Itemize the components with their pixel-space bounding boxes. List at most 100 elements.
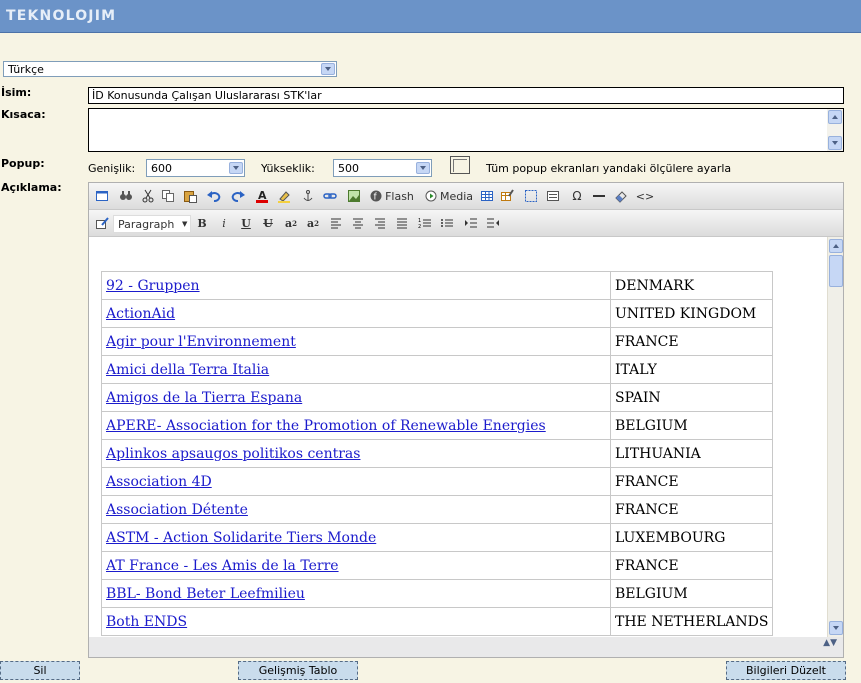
eraser-icon[interactable] <box>613 188 629 204</box>
table-row: APERE- Association for the Promotion of … <box>101 411 774 440</box>
language-select-value: Türkçe <box>8 63 44 76</box>
image-icon[interactable] <box>346 188 362 204</box>
editor-content[interactable]: 92 - Gruppen DENMARK ActionAid UNITED KINGD… <box>89 237 843 637</box>
editor-vertical-scrollbar[interactable] <box>827 237 843 637</box>
chevron-down-icon[interactable] <box>229 162 243 174</box>
source-box-icon[interactable] <box>94 188 110 204</box>
organization-link[interactable]: Agir pour l'Environnement <box>106 334 296 350</box>
organization-link[interactable]: AT France - Les Amis de la Terre <box>106 558 339 574</box>
popup-height-label: Yükseklik: <box>261 162 315 175</box>
scroll-down-icon[interactable] <box>828 136 842 150</box>
organization-country-cell: LUXEMBOURG <box>609 523 774 552</box>
scroll-down-icon[interactable] <box>829 621 843 635</box>
outdent-icon[interactable] <box>485 215 501 231</box>
short-scrollbar[interactable] <box>827 109 843 151</box>
underline-icon[interactable]: U <box>239 215 253 231</box>
organization-link[interactable]: BBL- Bond Beter Leefmilieu <box>106 586 305 602</box>
organization-country-cell: FRANCE <box>609 327 774 356</box>
unordered-list-icon[interactable] <box>439 215 455 231</box>
delete-button[interactable]: Sil <box>0 661 80 680</box>
organization-country-cell: LITHUANIA <box>609 439 774 468</box>
special-char-icon[interactable]: Ω <box>569 188 585 204</box>
organization-country-cell: ITALY <box>609 355 774 384</box>
resize-arrows-icon[interactable]: ▲▼ <box>823 639 837 648</box>
popup-width-select[interactable]: 600 <box>146 159 245 177</box>
organization-link[interactable]: Aplinkos apsaugos politikos centras <box>106 446 360 462</box>
format-painter-icon[interactable] <box>94 215 110 231</box>
anchor-icon[interactable] <box>300 188 316 204</box>
organization-name-cell: AT France - Les Amis de la Terre <box>101 551 611 580</box>
chevron-down-icon[interactable] <box>321 63 335 75</box>
organization-name-cell: Association Détente <box>101 495 611 524</box>
paste-icon[interactable] <box>182 188 198 204</box>
organization-country-cell: BELGIUM <box>609 579 774 608</box>
media-button[interactable]: Media <box>425 188 473 204</box>
bold-icon[interactable]: B <box>195 215 209 231</box>
update-button[interactable]: Bilgileri Düzelt <box>726 661 846 680</box>
format-select[interactable]: Paragraph ▼ <box>113 215 191 233</box>
flash-button[interactable]: f Flash <box>370 188 414 204</box>
popup-height-select[interactable]: 500 <box>333 159 432 177</box>
organization-link[interactable]: ASTM - Action Solidarite Tiers Monde <box>106 530 376 546</box>
organization-name-cell: Aplinkos apsaugos politikos centras <box>101 439 611 468</box>
name-input[interactable]: İD Konusunda Çalışan Uluslararası STK'la… <box>88 87 844 104</box>
html-source-icon[interactable]: <> <box>636 188 654 204</box>
advanced-table-button[interactable]: Gelişmiş Tablo <box>238 661 358 680</box>
organization-link[interactable]: Association Détente <box>106 502 248 518</box>
organization-name-cell: Both ENDS <box>101 607 611 636</box>
scroll-thumb[interactable] <box>829 255 843 287</box>
horizontal-rule-icon[interactable] <box>591 188 607 204</box>
organizations-table: 92 - Gruppen DENMARK ActionAid UNITED KINGD… <box>101 271 774 636</box>
align-left-icon[interactable] <box>329 215 343 231</box>
cut-icon[interactable] <box>140 188 156 204</box>
find-icon[interactable] <box>118 188 134 204</box>
copy-icon[interactable] <box>160 188 176 204</box>
language-select[interactable]: Türkçe <box>3 61 337 77</box>
organization-name-cell: ActionAid <box>101 299 611 328</box>
align-justify-icon[interactable] <box>395 215 409 231</box>
organization-link[interactable]: Amici della Terra Italia <box>106 362 269 378</box>
organization-country-cell: THE NETHERLANDS <box>609 607 774 636</box>
organization-name-cell: ASTM - Action Solidarite Tiers Monde <box>101 523 611 552</box>
organization-link[interactable]: 92 - Gruppen <box>106 278 200 294</box>
organization-link[interactable]: APERE- Association for the Promotion of … <box>106 418 546 434</box>
undo-icon[interactable] <box>206 188 222 204</box>
organization-country-cell: FRANCE <box>609 551 774 580</box>
subscript-icon[interactable]: a2 <box>305 215 321 231</box>
div-icon[interactable] <box>523 188 539 204</box>
link-icon[interactable] <box>322 188 338 204</box>
app-header: TEKNOLOJIM <box>0 0 861 33</box>
name-input-value: İD Konusunda Çalışan Uluslararası STK'la… <box>92 89 322 102</box>
redo-icon[interactable] <box>230 188 246 204</box>
strikethrough-icon[interactable]: U <box>261 215 275 231</box>
short-textarea[interactable] <box>88 108 844 152</box>
indent-icon[interactable] <box>463 215 479 231</box>
highlight-icon[interactable] <box>276 188 292 204</box>
align-right-icon[interactable] <box>373 215 387 231</box>
italic-icon[interactable]: i <box>217 215 231 231</box>
align-center-icon[interactable] <box>351 215 365 231</box>
font-color-icon[interactable]: A <box>254 188 270 204</box>
name-label: İsim: <box>1 86 32 99</box>
chevron-down-icon[interactable]: ▼ <box>182 220 187 228</box>
organization-link[interactable]: Both ENDS <box>106 614 187 630</box>
table-icon[interactable] <box>479 188 495 204</box>
chevron-down-icon[interactable] <box>416 162 430 174</box>
ordered-list-icon[interactable]: 12 <box>417 215 433 231</box>
scroll-up-icon[interactable] <box>829 239 843 253</box>
media-label: Media <box>439 189 473 203</box>
scroll-up-icon[interactable] <box>828 110 842 124</box>
organization-link[interactable]: Amigos de la Tierra Espana <box>106 390 302 406</box>
description-label: Açıklama: <box>1 181 62 194</box>
organization-link[interactable]: Association 4D <box>106 474 212 490</box>
table-row: ASTM - Action Solidarite Tiers Monde LUXE… <box>101 523 774 552</box>
superscript-icon[interactable]: a2 <box>283 215 299 231</box>
popup-height-value: 500 <box>338 162 359 175</box>
organization-name-cell: Amici della Terra Italia <box>101 355 611 384</box>
form-icon[interactable] <box>545 188 561 204</box>
organization-link[interactable]: ActionAid <box>106 306 175 322</box>
table-row: Both ENDS THE NETHERLANDS <box>101 607 774 636</box>
table-row: 92 - Gruppen DENMARK <box>101 271 774 300</box>
popup-all-checkbox[interactable] <box>450 156 470 174</box>
table-edit-icon[interactable] <box>499 188 515 204</box>
